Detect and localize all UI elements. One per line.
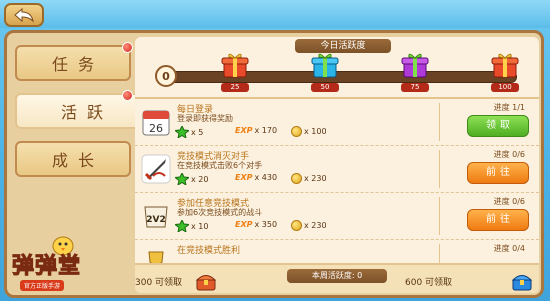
star-icon — [175, 173, 189, 185]
calendar-icon: 26 — [142, 110, 170, 136]
treasure-chest-icon[interactable] — [511, 271, 533, 291]
exp-label: EXP — [235, 173, 253, 182]
coin-icon — [291, 220, 302, 231]
exp-reward: x 350 — [254, 220, 278, 229]
task-rewards: x 5 EXP x 170 x 100 — [175, 126, 395, 140]
star-reward: x 10 — [191, 221, 209, 231]
daily-activity-progress: 今日活跃度 0 25 50 75 100 — [135, 37, 539, 99]
nav-item-activity[interactable]: 活跃 — [15, 90, 149, 129]
task-progress: 进度 0/4 — [493, 244, 525, 253]
go-button[interactable]: 前往 — [467, 209, 529, 231]
svg-text:26: 26 — [149, 122, 163, 135]
weekly-activity-label: 本周活跃度: 0 — [287, 269, 387, 283]
task-rewards: x 20 EXP x 430 x 230 — [175, 173, 395, 187]
gift-box-icon[interactable] — [221, 51, 249, 79]
side-nav: 任务 活跃 成长 — [15, 42, 149, 189]
svg-text:2V2: 2V2 — [146, 215, 166, 225]
milestone-label: 100 — [491, 83, 519, 92]
activity-progress-track — [165, 71, 517, 83]
claim-button[interactable]: 领取 — [467, 115, 529, 137]
exp-reward: x 430 — [254, 173, 278, 182]
treasure-chest-icon[interactable] — [195, 271, 217, 291]
nav-item-label: 活跃 — [60, 103, 113, 122]
logo-subtitle: 官方正版手游 — [20, 280, 65, 291]
milestone-label: 25 — [221, 83, 249, 92]
divider — [439, 197, 440, 235]
task-desc: 在竞技模式击败6个对手 — [177, 161, 263, 170]
divider — [439, 103, 440, 141]
2v2-icon: 2V2 — [144, 206, 168, 228]
exp-label: EXP — [235, 126, 253, 135]
activity-current-value: 0 — [155, 65, 177, 87]
weekly-reward-right: 600 可领取 — [405, 278, 453, 288]
exp-label: EXP — [235, 220, 253, 229]
nav-item-label: 任务 — [51, 55, 104, 74]
star-icon — [175, 220, 189, 232]
gift-box-icon[interactable] — [311, 51, 339, 79]
notification-dot — [122, 90, 133, 101]
weekly-activity-bar: 300 可领取 本周活跃度: 0 600 可领取 — [135, 263, 539, 293]
task-rewards: x 10 EXP x 350 x 230 — [175, 220, 395, 234]
notification-dot — [122, 42, 133, 53]
back-arrow-icon — [14, 7, 34, 23]
coin-icon — [291, 173, 302, 184]
task-row: 26 每日登录 登录即获得奖励 x 5 EXP x 170 x 100 进度 1… — [135, 99, 539, 146]
logo-title: 弹弹堂 — [11, 254, 82, 280]
go-button[interactable]: 前往 — [467, 162, 529, 184]
back-button[interactable] — [4, 3, 44, 27]
task-title: 在竞技模式胜利 — [177, 246, 241, 256]
task-desc: 参加6次竞技模式的战斗 — [177, 208, 263, 217]
task-progress: 进度 0/6 — [493, 150, 525, 159]
task-progress: 进度 0/6 — [493, 197, 525, 206]
exp-reward: x 170 — [254, 126, 278, 135]
content-area: 今日活跃度 0 25 50 75 100 26 每日登录 登录即获得奖励 x 5… — [135, 37, 539, 293]
task-progress: 进度 1/1 — [493, 103, 525, 112]
coin-reward: x 230 — [304, 174, 327, 183]
daily-activity-title: 今日活跃度 — [295, 39, 391, 53]
coin-reward: x 230 — [304, 221, 327, 230]
game-logo: 弹弹堂 官方正版手游 — [0, 234, 118, 300]
task-row: 竞技模式消灭对手 在竞技模式击败6个对手 x 20 EXP x 430 x 23… — [135, 146, 539, 193]
top-bar — [0, 0, 550, 28]
gift-box-icon[interactable] — [401, 51, 429, 79]
star-reward: x 5 — [191, 127, 204, 137]
nav-item-label: 成长 — [51, 151, 104, 170]
nav-item-tasks[interactable]: 任务 — [15, 42, 133, 81]
milestone-label: 50 — [311, 83, 339, 92]
weekly-reward-left: 300 可领取 — [135, 278, 183, 288]
sword-icon — [141, 154, 171, 184]
nav-item-growth[interactable]: 成长 — [15, 141, 131, 177]
milestone-label: 75 — [401, 83, 429, 92]
coin-icon — [291, 126, 302, 137]
star-icon — [175, 126, 189, 138]
task-row: 2V2 参加任意竞技模式 参加6次竞技模式的战斗 x 10 EXP x 350 … — [135, 193, 539, 240]
gift-box-icon[interactable] — [491, 51, 519, 79]
divider — [439, 150, 440, 188]
star-reward: x 20 — [191, 174, 209, 184]
task-desc: 登录即获得奖励 — [177, 114, 233, 123]
coin-reward: x 100 — [304, 127, 327, 136]
